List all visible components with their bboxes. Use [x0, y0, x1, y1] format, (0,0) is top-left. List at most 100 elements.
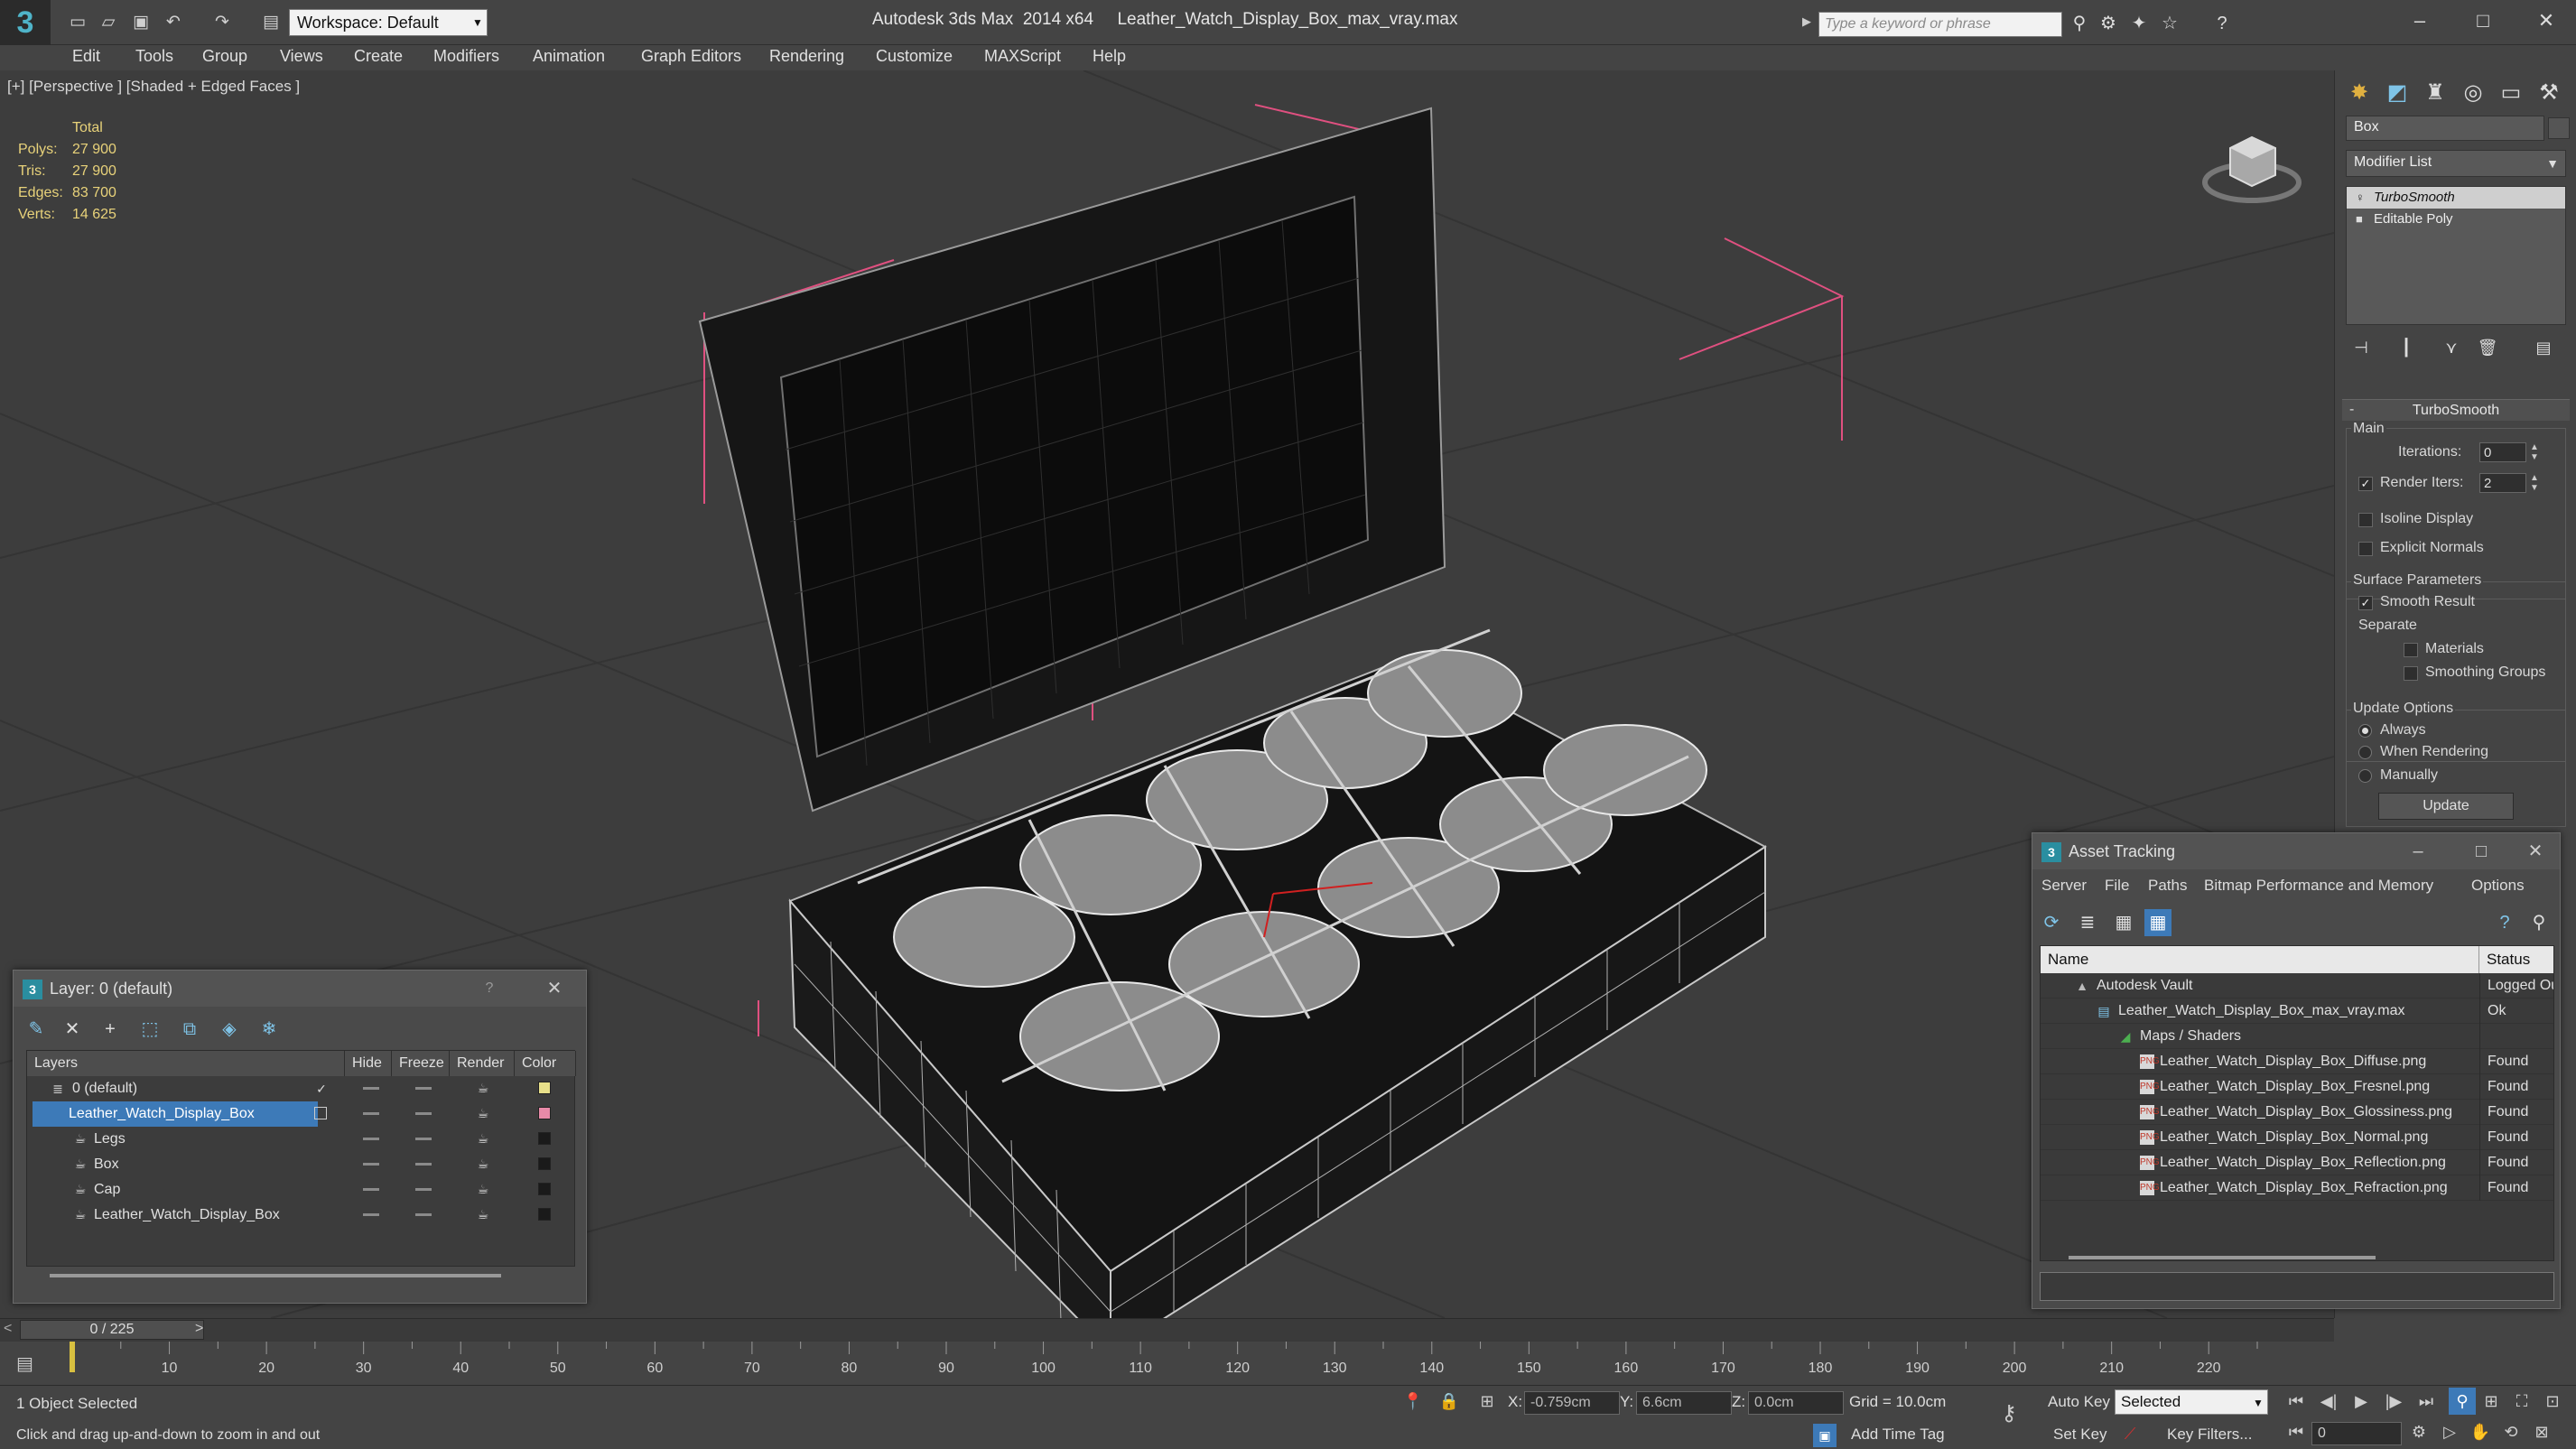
help-button[interactable]: ? — [476, 976, 503, 1001]
asset-row[interactable]: PNG Leather_Watch_Display_Box_Reflection… — [2041, 1150, 2553, 1175]
menu-bitmap-performance[interactable]: Bitmap Performance and Memory — [2204, 877, 2433, 895]
hide-toggle[interactable] — [363, 1138, 379, 1140]
menu-customize[interactable]: Customize — [876, 47, 953, 66]
open-file-icon[interactable]: ▱ — [98, 13, 119, 33]
maximize-viewport-icon[interactable]: ⊠ — [2528, 1418, 2555, 1445]
isoline-display-checkbox[interactable] — [2358, 513, 2373, 527]
search-assets-icon[interactable]: ⚲ — [2525, 909, 2553, 936]
table-view-icon[interactable]: ▦ — [2144, 909, 2171, 936]
stack-item-editable-poly[interactable]: ■ Editable Poly — [2347, 209, 2565, 230]
menu-options[interactable]: Options — [2471, 877, 2525, 895]
help-icon[interactable]: ? — [2210, 12, 2234, 35]
lightbulb-icon[interactable]: ♀ — [2356, 190, 2365, 204]
smooth-result-checkbox[interactable]: ✓ — [2358, 596, 2373, 610]
layer-color-swatch[interactable] — [538, 1107, 551, 1119]
freeze-toggle[interactable] — [415, 1213, 432, 1216]
new-file-icon[interactable]: ▭ — [67, 13, 88, 33]
zoom-icon[interactable]: ⚲ — [2449, 1388, 2476, 1415]
menu-views[interactable]: Views — [280, 47, 323, 66]
lock-selection-icon[interactable]: 🔒 — [1437, 1389, 1461, 1413]
time-slider[interactable]: < 0 / 225 > — [0, 1318, 2334, 1342]
column-header-layers[interactable]: Layers — [27, 1051, 345, 1076]
hide-toggle[interactable] — [363, 1087, 379, 1090]
chevron-down-icon[interactable]: ▼ — [2246, 1391, 2270, 1415]
stack-item-turbosmooth[interactable]: ♀ TurboSmooth — [2347, 187, 2565, 209]
object-name[interactable]: Box — [90, 1152, 119, 1177]
layer-object-row[interactable]: ☕ Box ☕ — [27, 1152, 576, 1177]
menu-paths[interactable]: Paths — [2148, 877, 2187, 895]
make-active-box[interactable] — [314, 1107, 327, 1119]
hide-toggle[interactable] — [363, 1213, 379, 1216]
redo-icon[interactable]: ↷ — [211, 13, 233, 33]
track-bar[interactable]: ▤ 10 20 30 40 50 60 70 80 90 100 110 120 130 140 150 16… — [0, 1342, 2334, 1385]
hide-toggle[interactable] — [363, 1188, 379, 1191]
menu-file[interactable]: File — [2105, 877, 2129, 895]
menu-help[interactable]: Help — [1093, 47, 1126, 66]
y-coordinate-field[interactable]: 6.6cm — [1636, 1391, 1732, 1415]
motion-tab-icon[interactable]: ◎ — [2456, 78, 2490, 108]
layer-color-swatch[interactable] — [538, 1082, 551, 1094]
horizontal-scrollbar[interactable] — [2069, 1256, 2376, 1259]
object-color-swatch[interactable] — [2548, 117, 2570, 139]
spinner-arrows-icon[interactable]: ▲ ▼ — [2528, 442, 2541, 462]
z-coordinate-field[interactable]: 0.0cm — [1748, 1391, 1844, 1415]
utilities-tab-icon[interactable]: ⚒ — [2532, 78, 2566, 108]
asset-row[interactable]: PNG Leather_Watch_Display_Box_Fresnel.pn… — [2041, 1074, 2553, 1100]
asset-row[interactable]: PNG Leather_Watch_Display_Box_Glossiness… — [2041, 1100, 2553, 1125]
play-icon[interactable]: ▶ — [2348, 1388, 2375, 1415]
app-menu-button[interactable]: 3 — [0, 0, 51, 45]
chevron-down-icon[interactable]: ▼ — [2541, 152, 2564, 175]
time-configuration-icon[interactable]: ⚙ — [2405, 1418, 2432, 1445]
render-teapot-icon[interactable]: ☕ — [475, 1105, 491, 1121]
maximize-icon[interactable]: □ — [2463, 5, 2503, 36]
layer-object-row[interactable]: ☕ Legs ☕ — [27, 1127, 576, 1152]
hide-toggle[interactable] — [363, 1163, 379, 1166]
display-tab-icon[interactable]: ▭ — [2494, 78, 2528, 108]
object-name[interactable]: Leather_Watch_Display_Box — [90, 1203, 280, 1228]
separate-smoothing-groups-checkbox[interactable] — [2404, 666, 2418, 681]
asset-row[interactable]: PNG Leather_Watch_Display_Box_Diffuse.pn… — [2041, 1049, 2553, 1074]
chevron-down-icon[interactable]: ▼ — [470, 11, 486, 34]
undo-icon[interactable]: ↶ — [163, 13, 184, 33]
show-end-result-icon[interactable]: ┃ — [2395, 336, 2418, 359]
pan-view-icon[interactable]: ✋ — [2467, 1418, 2494, 1445]
field-of-view-icon[interactable]: ▷ — [2436, 1418, 2463, 1445]
favorites-star-icon[interactable]: ☆ — [2158, 12, 2181, 35]
save-icon[interactable]: ▣ — [130, 13, 152, 33]
active-layer-checkmark-icon[interactable]: ✓ — [314, 1082, 329, 1096]
asset-row[interactable]: PNG Leather_Watch_Display_Box_Refraction… — [2041, 1175, 2553, 1201]
layer-name[interactable]: 0 (default) — [69, 1076, 137, 1101]
previous-frame-icon[interactable]: < — [4, 1321, 12, 1337]
modifier-list-dropdown[interactable]: Modifier List — [2346, 150, 2566, 177]
update-manually-radio[interactable] — [2358, 769, 2372, 783]
close-icon[interactable]: ✕ — [541, 976, 568, 1001]
hierarchy-tab-icon[interactable]: ♜ — [2418, 78, 2452, 108]
remove-modifier-icon[interactable]: 🗑 — [2476, 336, 2499, 359]
menu-graph-editors[interactable]: Graph Editors — [641, 47, 741, 66]
time-slider-thumb[interactable]: 0 / 225 — [20, 1320, 204, 1340]
previous-key-icon[interactable]: ◀| — [2315, 1388, 2342, 1415]
render-teapot-icon[interactable]: ☕ — [475, 1080, 491, 1096]
layer-object-row[interactable]: ☕ Cap ☕ — [27, 1177, 576, 1203]
go-to-end-icon[interactable]: ⏭ — [2413, 1388, 2440, 1415]
go-to-start-icon[interactable]: ⏮ — [2283, 1388, 2310, 1415]
update-always-radio[interactable] — [2358, 724, 2372, 738]
list-view-icon[interactable]: ≣ — [2074, 909, 2101, 936]
turbosmooth-rollout-header[interactable]: - TurboSmooth — [2342, 399, 2570, 421]
render-teapot-icon[interactable]: ☕ — [475, 1156, 491, 1172]
layer-name[interactable]: Leather_Watch_Display_Box — [33, 1101, 318, 1127]
create-tab-icon[interactable]: ✸ — [2342, 78, 2376, 108]
object-name[interactable]: Legs — [90, 1127, 126, 1152]
minimize-icon[interactable]: – — [2404, 839, 2432, 864]
asset-row[interactable]: PNG Leather_Watch_Display_Box_Normal.png… — [2041, 1125, 2553, 1150]
current-frame-field[interactable]: 0 — [2311, 1422, 2402, 1445]
asset-row[interactable]: ◢ Maps / Shaders — [2041, 1024, 2553, 1049]
key-mode-toggle-icon[interactable]: ⏮ — [2283, 1418, 2310, 1445]
isolate-selection-icon[interactable]: 📍 — [1401, 1389, 1425, 1413]
dialog-title-bar[interactable]: 3 Asset Tracking – □ ✕ — [2032, 833, 2560, 869]
menu-rendering[interactable]: Rendering — [769, 47, 844, 66]
key-filter-icon[interactable]: ⟋ — [2118, 1422, 2142, 1445]
auto-key-button[interactable]: Auto Key — [2048, 1393, 2110, 1411]
close-icon[interactable]: ✕ — [2522, 839, 2549, 864]
layer-row[interactable]: ≣ 0 (default) ✓ ☕ — [27, 1076, 576, 1101]
